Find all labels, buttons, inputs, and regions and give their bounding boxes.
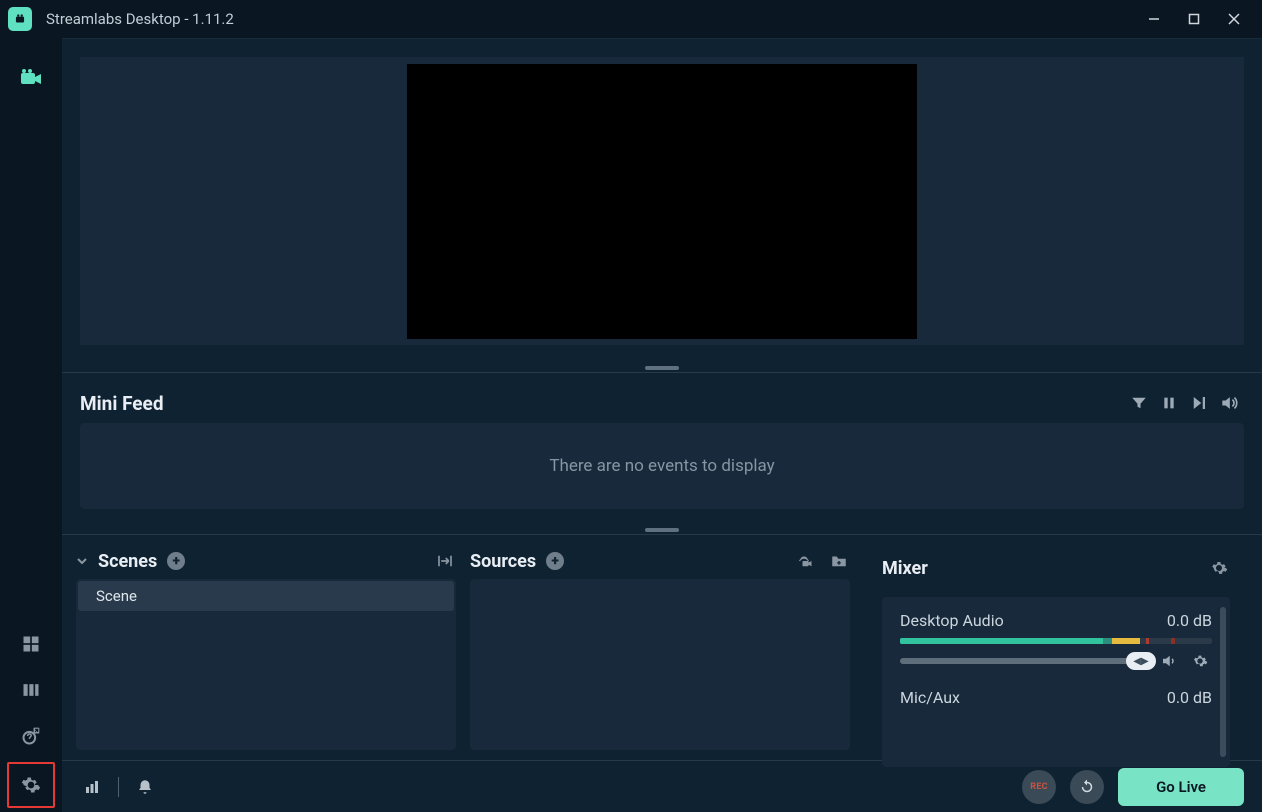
scenes-panel: Scenes + Scene [76, 543, 456, 750]
close-button[interactable] [1214, 0, 1254, 38]
mixer-body: Desktop Audio 0.0 dB ◀▶ [882, 597, 1230, 767]
mixer-title: Mixer [882, 558, 928, 579]
mini-feed-panel: Mini Feed There are no events to display [62, 373, 1262, 525]
mini-feed-title: Mini Feed [80, 392, 164, 415]
add-folder-icon[interactable] [828, 550, 850, 572]
preview-background [80, 57, 1244, 345]
minimize-button[interactable] [1134, 0, 1174, 38]
mixer-settings-icon[interactable] [1208, 557, 1230, 579]
add-camera-icon[interactable] [796, 550, 818, 572]
skip-icon[interactable] [1184, 388, 1214, 418]
settings-button[interactable] [11, 765, 51, 805]
footer-bar: REC Go Live [62, 760, 1262, 812]
sources-list [470, 579, 850, 750]
mini-feed-empty-text: There are no events to display [549, 456, 774, 476]
notifications-icon[interactable] [133, 775, 157, 799]
panels-row: Scenes + Scene Sources + [62, 535, 1262, 760]
sources-title: Sources [470, 551, 536, 572]
volume-slider[interactable]: ◀▶ [900, 658, 1148, 664]
go-live-button[interactable]: Go Live [1118, 768, 1244, 806]
mixer-track-db: 0.0 dB [1167, 611, 1212, 630]
audio-meter [900, 638, 1212, 644]
stats-icon[interactable] [80, 775, 104, 799]
editor-tab-button[interactable] [11, 58, 51, 98]
chevron-down-icon[interactable] [76, 555, 88, 567]
maximize-button[interactable] [1174, 0, 1214, 38]
window-title: Streamlabs Desktop - 1.11.2 [46, 10, 234, 28]
mixer-track-name: Desktop Audio [900, 611, 1004, 630]
slider-thumb[interactable]: ◀▶ [1126, 652, 1156, 670]
mixer-track-db: 0.0 dB [1167, 688, 1212, 707]
sidebar-rail [0, 38, 62, 812]
help-popout-button[interactable] [11, 716, 51, 756]
mixer-track: Desktop Audio 0.0 dB ◀▶ [900, 611, 1212, 670]
scene-item[interactable]: Scene [78, 581, 454, 611]
mixer-track: Mic/Aux 0.0 dB [900, 688, 1212, 707]
dashboard-button[interactable] [11, 624, 51, 664]
record-button[interactable]: REC [1022, 770, 1056, 804]
settings-highlight-box [7, 762, 55, 808]
replay-buffer-button[interactable] [1070, 770, 1104, 804]
scene-transition-icon[interactable] [434, 550, 456, 572]
drag-handle[interactable] [62, 525, 1262, 535]
sources-panel: Sources + [470, 543, 850, 750]
scenes-list: Scene [76, 579, 456, 750]
filter-icon[interactable] [1124, 388, 1154, 418]
mixer-track-name: Mic/Aux [900, 688, 960, 707]
volume-icon[interactable] [1214, 388, 1244, 418]
record-label: REC [1030, 782, 1048, 792]
scenes-title: Scenes [98, 551, 157, 572]
title-bar: Streamlabs Desktop - 1.11.2 [0, 0, 1262, 38]
drag-handle[interactable] [62, 363, 1262, 373]
pause-icon[interactable] [1154, 388, 1184, 418]
mixer-scrollbar[interactable] [1220, 607, 1226, 757]
add-source-button[interactable]: + [546, 552, 564, 570]
mixer-panel: Mixer Desktop Audio 0.0 dB [864, 543, 1248, 750]
layout-editor-button[interactable] [11, 670, 51, 710]
preview-area [62, 39, 1262, 363]
footer-divider [118, 777, 119, 797]
streamlabs-logo-icon [8, 7, 32, 31]
main-content: Mini Feed There are no events to display [62, 38, 1262, 812]
track-settings-icon[interactable] [1192, 653, 1212, 669]
preview-canvas[interactable] [407, 64, 917, 339]
add-scene-button[interactable]: + [167, 552, 185, 570]
mini-feed-empty: There are no events to display [80, 423, 1244, 509]
mute-icon[interactable] [1160, 652, 1180, 670]
